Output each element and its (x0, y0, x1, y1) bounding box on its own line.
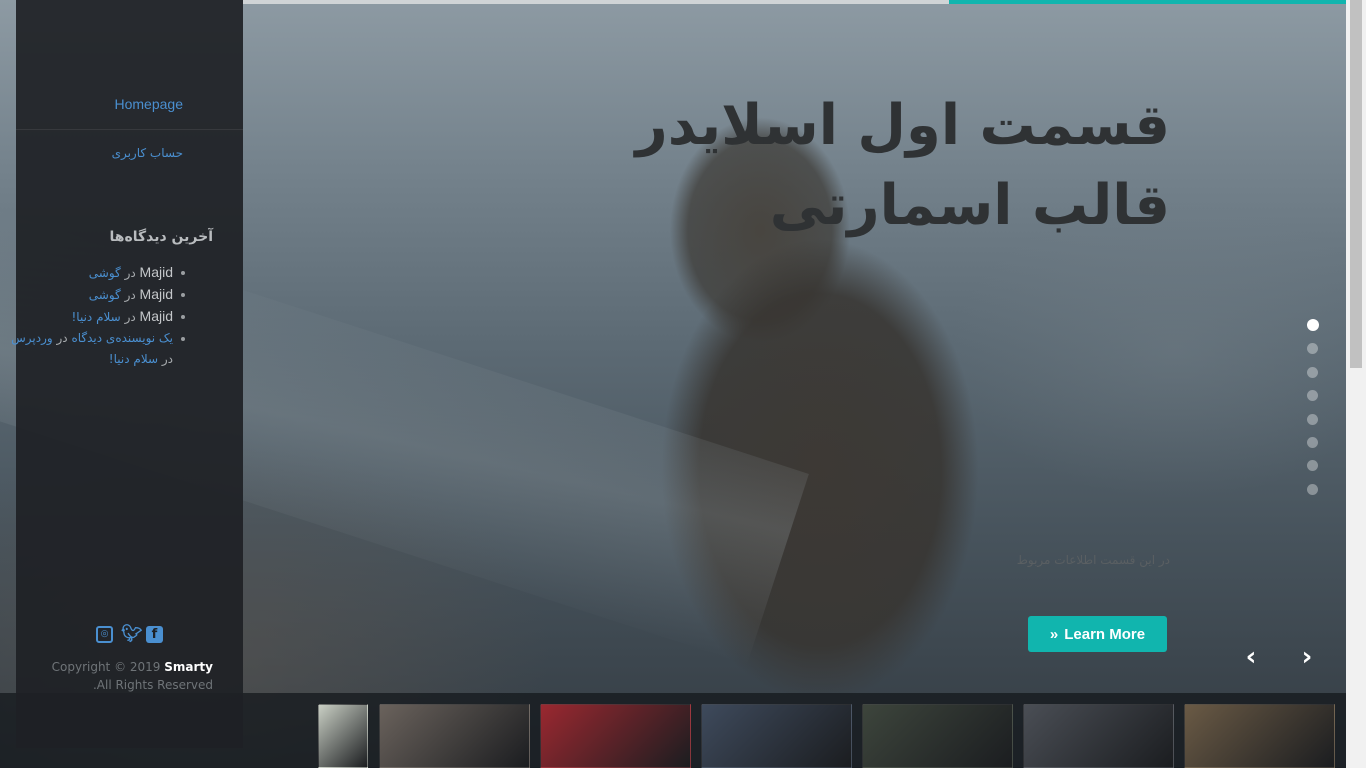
nav-divider (16, 129, 243, 130)
comment-post-link[interactable]: گوشی (89, 288, 121, 302)
slide-title: قسمت اول اسلایدر قالب اسمارتی (635, 93, 1170, 238)
comment-post-link[interactable]: سلام دنیا! (109, 352, 158, 366)
scrollbar-thumb[interactable] (1350, 0, 1362, 368)
learn-more-button[interactable]: » Learn More (1028, 616, 1167, 652)
comment-item: Majid در سلام دنیا! (3, 306, 185, 328)
comment-author-link[interactable]: یک نویسنده‌ی دیدگاه (71, 331, 173, 345)
slide-thumbnail[interactable] (701, 704, 852, 768)
slide-thumbnail[interactable] (1023, 704, 1174, 768)
page-scrollbar[interactable] (1346, 0, 1366, 768)
comment-item: Majid در گوشی (3, 262, 185, 284)
comment-connector: در (124, 288, 136, 302)
slider-dot[interactable] (1307, 413, 1318, 425)
comment-item: یک نویسنده‌ی دیدگاه در وردپرس در سلام دن… (3, 328, 185, 370)
social-links: ◎ 🐦︎ f (96, 626, 163, 643)
slide-progress-fill (948, 0, 1346, 4)
slide-thumbnail[interactable] (862, 704, 1013, 768)
nav-homepage-link[interactable]: Homepage (85, 96, 214, 112)
slider-pagination (1307, 319, 1321, 507)
slide-thumbnail[interactable] (1184, 704, 1335, 768)
facebook-icon[interactable]: f (146, 626, 163, 643)
slider-dot[interactable] (1307, 460, 1318, 472)
slide-progress-bar (243, 0, 1346, 4)
double-chevron-right-icon: » (1049, 625, 1059, 643)
comment-author: Majid (139, 286, 173, 302)
copyright-brand: Smarty (164, 660, 213, 674)
twitter-icon[interactable]: 🐦︎ (121, 626, 143, 643)
recent-comments-list: Majid در گوشی Majid در گوشی Majid در سلا… (3, 262, 185, 370)
slide-subtitle: در این قسمت اطلاعات مربوط (1016, 553, 1170, 567)
next-slide-button[interactable]: › (1292, 642, 1322, 672)
copyright-suffix: All Rights Reserved. (92, 678, 213, 692)
nav-account-link[interactable]: حساب کاربری (82, 146, 213, 160)
comment-post-link[interactable]: گوشی (89, 266, 121, 280)
copyright-text: Copyright © 2019 Smarty All Rights Reser… (43, 658, 213, 694)
slider-dot[interactable] (1307, 343, 1318, 355)
slider-dot[interactable] (1307, 366, 1318, 378)
chevron-right-icon: › (1301, 642, 1313, 672)
prev-slide-button[interactable]: ‹ (1236, 642, 1266, 672)
slider-dot[interactable] (1307, 390, 1318, 402)
slide-thumbnail[interactable] (318, 704, 368, 768)
slider-dot[interactable] (1307, 483, 1318, 495)
comment-post-link[interactable]: سلام دنیا! (72, 310, 121, 324)
comment-author: Majid (139, 264, 173, 280)
comment-author: Majid (139, 308, 173, 324)
recent-comments-title: آخرین دیدگاه‌ها (109, 229, 213, 245)
instagram-icon[interactable]: ◎ (96, 626, 113, 643)
comment-connector: در (56, 331, 68, 345)
slider-dot[interactable] (1307, 436, 1318, 448)
slide-thumbnail[interactable] (540, 704, 691, 768)
comment-connector: در (124, 266, 136, 280)
slider-dot[interactable] (1307, 319, 1319, 331)
comment-connector: در (124, 310, 136, 324)
copyright-prefix: Copyright © 2019 (51, 660, 161, 674)
comment-author-suffix[interactable]: وردپرس (11, 331, 53, 345)
slide-thumbnail[interactable] (379, 704, 530, 768)
comment-connector: در (161, 352, 173, 366)
learn-more-label: Learn More (1064, 625, 1146, 643)
comment-item: Majid در گوشی (3, 284, 185, 306)
sidebar: Homepage حساب کاربری آخرین دیدگاه‌ها Maj… (11, 0, 243, 748)
chevron-left-icon: ‹ (1245, 642, 1257, 672)
